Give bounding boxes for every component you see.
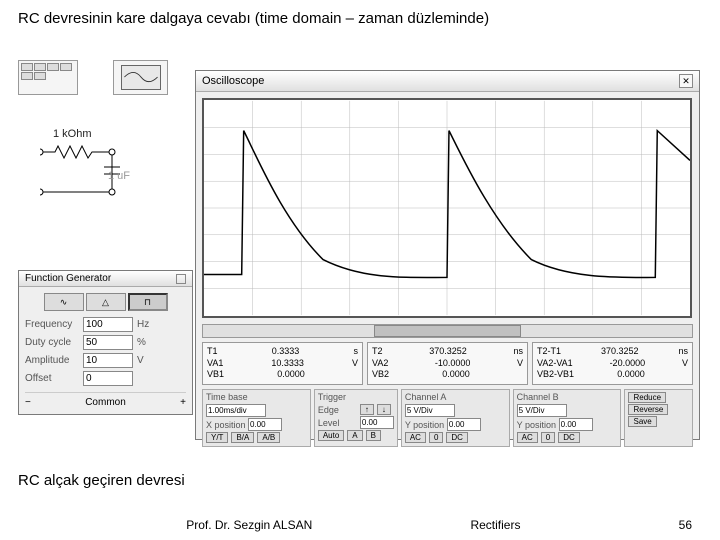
channel-a-group: Channel A Y position AC0DC [401,389,510,447]
circuit-diagram: 1 kOhm 1 uF [18,60,188,275]
funcgen-titlebar[interactable]: Function Generator [19,271,192,287]
readout-t2: T2370.3252ns VA2-10.0000V VB20.0000 [367,342,528,385]
close-icon[interactable]: ✕ [679,74,693,88]
cha-title: Channel A [405,392,506,402]
offset-label: Offset [25,373,83,384]
port-common: Common [85,397,126,408]
grid [204,101,690,315]
duty-input[interactable] [83,335,133,350]
cha-scale[interactable] [405,404,455,417]
chb-ypos-label: Y position [517,420,557,430]
chb-dc[interactable]: DC [558,432,580,443]
cha-ypos-label: Y position [405,420,445,430]
cha-ac[interactable]: AC [405,432,426,443]
time-scrollbar[interactable] [202,324,693,338]
circuit-name-label: RC alçak geçiren devresi [18,472,185,489]
duty-unit: % [137,337,167,348]
page-number: 56 [679,518,692,532]
port-pos: + [180,397,186,408]
readout-delta: T2-T1370.3252ns VA2-VA1-20.0000V VB2-VB1… [532,342,693,385]
misc-group: Reduce Reverse Save [624,389,693,447]
level-input[interactable] [360,416,394,429]
xpos-label: X position [206,420,246,430]
xpos-input[interactable] [248,418,282,431]
chb-scale[interactable] [517,404,567,417]
trig-a[interactable]: A [347,430,362,441]
reverse-button[interactable]: Reverse [628,404,668,415]
topic-label: Rectifiers [470,518,520,532]
mode-ab[interactable]: A/B [257,432,280,443]
amp-unit: V [137,355,167,366]
oscilloscope-screen[interactable] [202,98,692,318]
freq-unit: Hz [137,319,167,330]
trigger-title: Trigger [318,392,394,402]
slide-title: RC devresinin kare dalgaya cevabı (time … [18,10,489,27]
cha-ypos[interactable] [447,418,481,431]
chb-title: Channel B [517,392,618,402]
timebase-input[interactable] [206,404,266,417]
chb-0[interactable]: 0 [541,432,555,443]
trig-auto[interactable]: Auto [318,430,344,441]
cha-0[interactable]: 0 [429,432,443,443]
cha-dc[interactable]: DC [446,432,468,443]
save-button[interactable]: Save [628,416,656,427]
triangle-button[interactable]: △ [86,293,126,311]
square-button[interactable]: ⊓ [128,293,168,311]
cursor-readout: T10.3333s VA110.3333V VB10.0000 T2370.32… [202,342,693,385]
function-generator-window: Function Generator ∿ △ ⊓ Frequency Hz Dut… [18,270,193,415]
readout-t1: T10.3333s VA110.3333V VB10.0000 [202,342,363,385]
edge-fall[interactable]: ↓ [377,404,391,415]
minimize-icon[interactable] [176,274,186,284]
oscope-title-text: Oscilloscope [202,75,264,87]
scroll-thumb[interactable] [374,325,521,337]
circuit-wires [40,142,180,262]
capacitor-label: 1 uF [108,170,130,182]
timebase-title: Time base [206,392,307,402]
edge-label: Edge [318,405,358,415]
edge-rise[interactable]: ↑ [360,404,374,415]
resistor-label: 1 kOhm [53,128,92,140]
oscilloscope-window: Oscilloscope ✕ T10.3333s VA110.3333V VB1… [195,70,700,440]
duty-label: Duty cycle [25,337,83,348]
trig-b[interactable]: B [366,430,381,441]
slide-footer: Prof. Dr. Sezgin ALSAN Rectifiers 56 [0,518,720,532]
oscope-titlebar[interactable]: Oscilloscope ✕ [196,71,699,92]
waveform-selector: ∿ △ ⊓ [25,293,186,311]
function-generator-icon[interactable] [18,60,78,95]
chb-ac[interactable]: AC [517,432,538,443]
author-label: Prof. Dr. Sezgin ALSAN [186,518,312,532]
port-neg: − [25,397,31,408]
freq-input[interactable] [83,317,133,332]
amp-label: Amplitude [25,355,83,366]
oscilloscope-icon[interactable] [113,60,168,95]
chb-ypos[interactable] [559,418,593,431]
funcgen-title-text: Function Generator [25,273,111,284]
freq-label: Frequency [25,319,83,330]
trigger-group: Trigger Edge↑↓ Level AutoAB [314,389,398,447]
reduce-button[interactable]: Reduce [628,392,666,403]
channel-b-group: Channel B Y position AC0DC [513,389,622,447]
offset-input[interactable] [83,371,133,386]
amp-input[interactable] [83,353,133,368]
level-label: Level [318,418,358,428]
timebase-group: Time base X position Y/TB/AA/B [202,389,311,447]
mode-ba[interactable]: B/A [231,432,254,443]
mode-yt[interactable]: Y/T [206,432,228,443]
sine-button[interactable]: ∿ [44,293,84,311]
